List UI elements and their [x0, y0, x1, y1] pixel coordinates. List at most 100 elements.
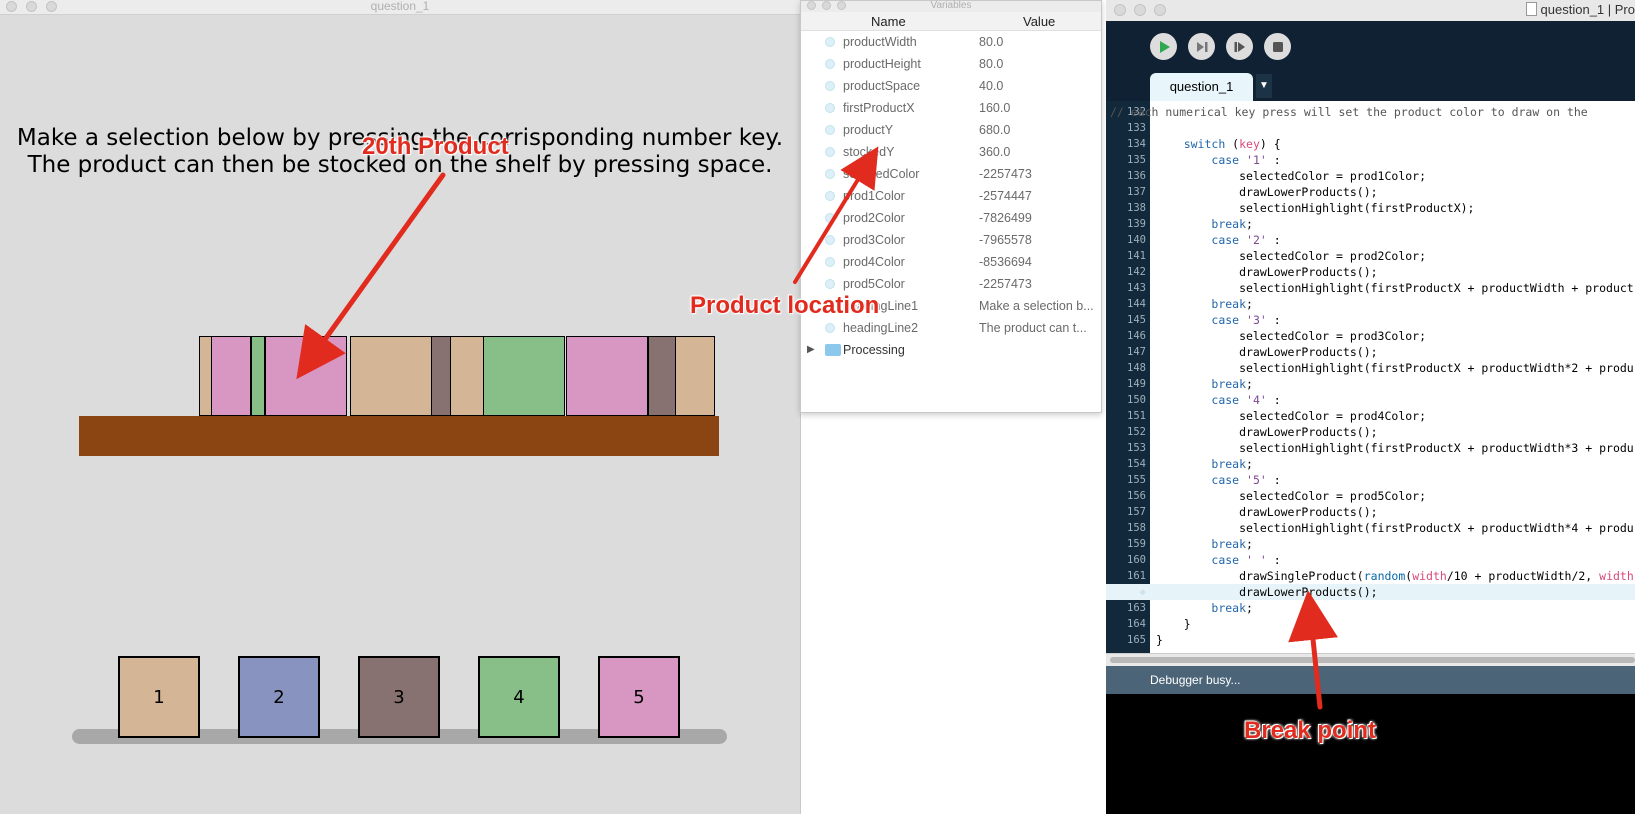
code-line[interactable]: 160 case ' ' : — [1106, 552, 1635, 568]
line-number[interactable]: 156 — [1106, 488, 1146, 504]
variable-row[interactable]: productWidth 80.0 — [801, 31, 1101, 53]
column-value-header[interactable]: Value — [1023, 14, 1055, 29]
code-line[interactable]: 139 break; — [1106, 216, 1635, 232]
line-number[interactable]: 161 — [1106, 568, 1146, 584]
breakpoint-line[interactable]: ◆ drawLowerProducts(); — [1106, 584, 1635, 600]
code-line[interactable]: 136 selectedColor = prod1Color; — [1106, 168, 1635, 184]
line-number[interactable]: 133 — [1106, 120, 1146, 136]
line-number[interactable]: 136 — [1106, 168, 1146, 184]
line-number[interactable]: 160 — [1106, 552, 1146, 568]
code-line[interactable]: 144 break; — [1106, 296, 1635, 312]
product-option-5[interactable]: 5 — [598, 656, 680, 738]
code-line[interactable]: 164 } — [1106, 616, 1635, 632]
zoom-button[interactable] — [1154, 4, 1166, 16]
line-number[interactable]: 163 — [1106, 600, 1146, 616]
variable-row[interactable]: prod4Color -8536694 — [801, 251, 1101, 273]
product-option-2[interactable]: 2 — [238, 656, 320, 738]
code-line[interactable]: 132// each numerical key press will set … — [1106, 104, 1635, 120]
tab-question-1[interactable]: question_1 — [1150, 73, 1253, 101]
code-line[interactable]: 156 selectedColor = prod5Color; — [1106, 488, 1635, 504]
column-name-header[interactable]: Name — [871, 14, 906, 29]
variable-row[interactable]: prod3Color -7965578 — [801, 229, 1101, 251]
code-line[interactable]: 157 drawLowerProducts(); — [1106, 504, 1635, 520]
line-number[interactable]: 151 — [1106, 408, 1146, 424]
code-line[interactable]: 150 case '4' : — [1106, 392, 1635, 408]
line-number[interactable]: 147 — [1106, 344, 1146, 360]
variable-row[interactable]: prod2Color -7826499 — [801, 207, 1101, 229]
code-line[interactable]: 137 drawLowerProducts(); — [1106, 184, 1635, 200]
variable-row[interactable]: selectedColor -2257473 — [801, 163, 1101, 185]
variable-row[interactable]: productHeight 80.0 — [801, 53, 1101, 75]
code-line[interactable]: 148 selectionHighlight(firstProductX + p… — [1106, 360, 1635, 376]
code-line[interactable]: 145 case '3' : — [1106, 312, 1635, 328]
code-line[interactable]: 133 — [1106, 120, 1635, 136]
code-line[interactable]: 143 selectionHighlight(firstProductX + p… — [1106, 280, 1635, 296]
code-line[interactable]: 146 selectedColor = prod3Color; — [1106, 328, 1635, 344]
line-number[interactable]: 146 — [1106, 328, 1146, 344]
line-number[interactable]: 134 — [1106, 136, 1146, 152]
console-area[interactable] — [1106, 694, 1635, 814]
continue-button[interactable] — [1150, 33, 1177, 60]
code-line[interactable]: 135 case '1' : — [1106, 152, 1635, 168]
horizontal-scrollbar[interactable] — [1106, 653, 1635, 666]
line-number[interactable]: 139 — [1106, 216, 1146, 232]
variable-row[interactable]: productSpace 40.0 — [801, 75, 1101, 97]
line-number[interactable]: 150 — [1106, 392, 1146, 408]
line-number[interactable]: 158 — [1106, 520, 1146, 536]
step-button[interactable] — [1188, 33, 1215, 60]
line-number[interactable]: 165 — [1106, 632, 1146, 648]
line-number[interactable]: 142 — [1106, 264, 1146, 280]
line-number[interactable]: 148 — [1106, 360, 1146, 376]
close-button[interactable] — [1114, 4, 1126, 16]
product-option-4[interactable]: 4 — [478, 656, 560, 738]
variable-row[interactable]: prod1Color -2574447 — [801, 185, 1101, 207]
line-number[interactable]: 152 — [1106, 424, 1146, 440]
code-line[interactable]: 142 drawLowerProducts(); — [1106, 264, 1635, 280]
line-number[interactable]: 155 — [1106, 472, 1146, 488]
line-number[interactable]: 138 — [1106, 200, 1146, 216]
line-number[interactable]: 153 — [1106, 440, 1146, 456]
line-number[interactable]: 149 — [1106, 376, 1146, 392]
code-line[interactable]: 159 break; — [1106, 536, 1635, 552]
line-number[interactable]: 159 — [1106, 536, 1146, 552]
code-line[interactable]: 152 drawLowerProducts(); — [1106, 424, 1635, 440]
code-line[interactable]: 155 case '5' : — [1106, 472, 1635, 488]
code-line[interactable]: 161 drawSingleProduct(random(width/10 + … — [1106, 568, 1635, 584]
line-number[interactable]: 157 — [1106, 504, 1146, 520]
code-editor[interactable]: 132// each numerical key press will set … — [1106, 101, 1635, 653]
code-line[interactable]: 165} — [1106, 632, 1635, 648]
variable-row[interactable]: stockedY 360.0 — [801, 141, 1101, 163]
line-number[interactable]: 154 — [1106, 456, 1146, 472]
code-line[interactable]: 138 selectionHighlight(firstProductX); — [1106, 200, 1635, 216]
tab-menu-chevron-down-icon[interactable]: ▼ — [1256, 74, 1272, 98]
step-into-button[interactable] — [1226, 33, 1253, 60]
line-number[interactable]: 144 — [1106, 296, 1146, 312]
code-line[interactable]: 163 break; — [1106, 600, 1635, 616]
line-number[interactable]: 137 — [1106, 184, 1146, 200]
disclosure-triangle-icon[interactable]: ▶ — [807, 339, 815, 361]
line-number[interactable]: 141 — [1106, 248, 1146, 264]
line-number[interactable]: 145 — [1106, 312, 1146, 328]
code-line[interactable]: 134 switch (key) { — [1106, 136, 1635, 152]
line-number[interactable]: 135 — [1106, 152, 1146, 168]
code-line[interactable]: 147 drawLowerProducts(); — [1106, 344, 1635, 360]
variable-row[interactable]: firstProductX 160.0 — [801, 97, 1101, 119]
minimize-button[interactable] — [1134, 4, 1146, 16]
stop-button[interactable] — [1264, 33, 1291, 60]
code-line[interactable]: 158 selectionHighlight(firstProductX + p… — [1106, 520, 1635, 536]
variables-folder-processing[interactable]: ▶ Processing — [801, 339, 1101, 361]
product-option-1[interactable]: 1 — [118, 656, 200, 738]
code-line[interactable]: 153 selectionHighlight(firstProductX + p… — [1106, 440, 1635, 456]
code-line[interactable]: 141 selectedColor = prod2Color; — [1106, 248, 1635, 264]
code-line[interactable]: 140 case '2' : — [1106, 232, 1635, 248]
scrollbar-thumb[interactable] — [1110, 657, 1635, 663]
variable-row[interactable]: productY 680.0 — [801, 119, 1101, 141]
breakpoint-marker-icon[interactable]: ◆ — [1106, 584, 1146, 600]
code-line[interactable]: 151 selectedColor = prod4Color; — [1106, 408, 1635, 424]
code-line[interactable]: 154 break; — [1106, 456, 1635, 472]
line-number[interactable]: 143 — [1106, 280, 1146, 296]
line-number[interactable]: 140 — [1106, 232, 1146, 248]
code-line[interactable]: 149 break; — [1106, 376, 1635, 392]
product-option-3[interactable]: 3 — [358, 656, 440, 738]
variable-row[interactable]: headingLine2 The product can t... — [801, 317, 1101, 339]
